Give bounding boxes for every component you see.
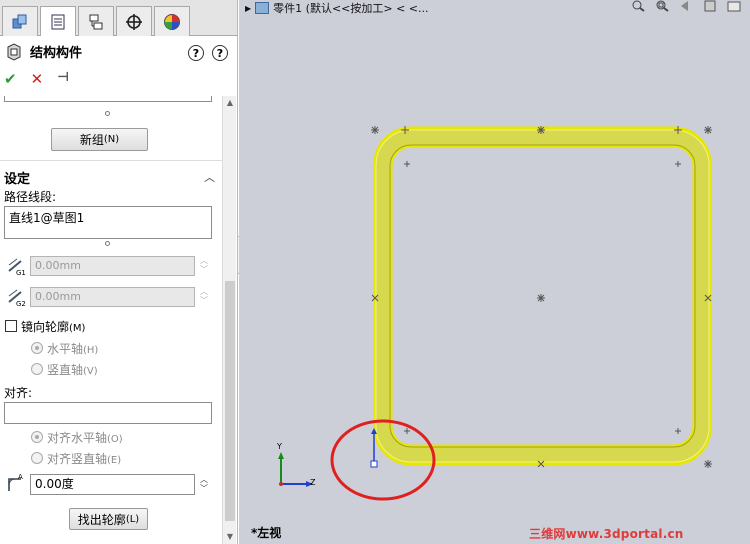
property-manager-tab[interactable] [40, 6, 76, 36]
configuration-manager-tab[interactable] [78, 6, 114, 36]
cancel-x-icon[interactable]: ✕ [31, 70, 44, 88]
model-viewport [278, 126, 712, 501]
scrollbar-thumb[interactable] [225, 281, 235, 521]
panel-title: 结构构件 [30, 46, 83, 61]
align-vertical-text: 对齐竖直轴 [47, 452, 108, 466]
help-icon[interactable]: ? [188, 45, 204, 61]
align-vertical-label: 对齐竖直轴(E) [47, 450, 121, 467]
rotation-angle-superscript: A [18, 473, 23, 481]
align-reference-field[interactable] [4, 402, 212, 424]
new-group-shortcut: (N) [103, 134, 120, 145]
section-divider [0, 160, 222, 161]
new-group-button[interactable]: 新组 (N) [51, 128, 148, 151]
ok-check-icon[interactable]: ✔ [4, 70, 17, 88]
scroll-up-arrow-icon[interactable]: ▲ [223, 96, 237, 110]
align-vertical-shortcut: (E) [107, 455, 122, 466]
mirror-profile-label: 镜向轮廓(M) [21, 318, 85, 335]
scroll-down-arrow-icon[interactable]: ▼ [223, 530, 237, 544]
offset-g1-subscript: G1 [16, 269, 26, 277]
path-segments-list[interactable]: 直线1@草图1 [4, 206, 212, 239]
panel-header: 结构构件 [6, 42, 82, 61]
dimxpert-tab[interactable] [116, 6, 152, 36]
configuration-manager-icon [89, 14, 103, 29]
feature-manager-tab[interactable] [2, 6, 38, 36]
locate-profile-shortcut: (L) [125, 513, 140, 525]
vertical-axis-shortcut: (V) [83, 366, 98, 377]
offset-g2-spinner[interactable]: ︿ ﹀ [198, 287, 210, 305]
offset-g2-subscript: G2 [16, 300, 26, 308]
mirror-profile-checkbox[interactable] [5, 320, 17, 332]
graphics-area[interactable]: ▶ 零件1 (默认<<按加工> < <... Y Z *左视 三维网www.3d… [239, 0, 750, 544]
display-manager-tab[interactable] [154, 6, 190, 36]
property-manager-icon [51, 14, 65, 29]
rotation-angle-field[interactable]: 0.00度 [30, 474, 195, 495]
mirror-profile-text: 镜向轮廓 [21, 320, 70, 334]
locate-profile-label: 找出轮廓 [77, 512, 126, 527]
new-group-label: 新组 [79, 133, 104, 147]
path-segment-item[interactable]: 直线1@草图1 [5, 207, 211, 228]
path-segments-label: 路径线段: [4, 190, 57, 204]
panel-scroll-area: 新组 (N) 设定 ︿ 路径线段: 直线1@草图1 G1 0.00mm ︿ ﹀ G2… [0, 96, 222, 544]
offset-g1-spinner[interactable]: ︿ ﹀ [198, 256, 210, 274]
horizontal-axis-label: 水平轴(H) [47, 340, 98, 357]
align-horizontal-label: 对齐水平轴(O) [47, 429, 123, 446]
vertical-axis-radio[interactable] [31, 363, 43, 375]
panel-scrollbar[interactable]: ▲ ▼ [222, 96, 236, 544]
profile-origin-marker[interactable] [370, 428, 378, 468]
triad-z-label: Z [310, 478, 316, 487]
offset-g1-field[interactable]: 0.00mm [30, 256, 195, 276]
vertical-axis-label: 竖直轴(V) [47, 361, 98, 378]
help-detail-icon[interactable]: ? [212, 45, 228, 61]
mirror-profile-shortcut: (M) [69, 323, 86, 334]
triad-y-label: Y [277, 442, 282, 451]
align-horizontal-shortcut: (O) [107, 434, 123, 445]
view-triad [278, 452, 313, 487]
rotation-angle-spinner[interactable]: ︿ ﹀ [198, 475, 210, 493]
manager-tabs [0, 0, 237, 36]
structural-member-icon [7, 42, 21, 61]
panel-actions: ✔ ✕ ⊣ [4, 70, 69, 88]
locate-profile-button[interactable]: 找出轮廓 (L) [69, 508, 148, 530]
dimxpert-icon [126, 13, 142, 30]
resize-grip[interactable] [105, 241, 110, 246]
vertical-axis-text: 竖直轴 [47, 363, 84, 377]
resize-grip[interactable] [105, 111, 110, 116]
property-manager-panel: 结构构件 ? ? ✔ ✕ ⊣ 新组 (N) 设定 ︿ 路径线段: 直线1@草图1 … [0, 0, 238, 544]
horizontal-axis-text: 水平轴 [47, 342, 84, 356]
feature-manager-icon [12, 14, 27, 28]
horizontal-axis-radio[interactable] [31, 342, 43, 354]
rotation-angle-icon [8, 478, 21, 491]
align-horizontal-text: 对齐水平轴 [47, 431, 108, 445]
pushpin-icon[interactable]: ⊣ [57, 70, 69, 88]
group-list-box[interactable] [4, 96, 212, 102]
collapse-chevron-icon[interactable]: ︿ [204, 169, 215, 185]
display-manager-icon [164, 13, 180, 30]
align-label: 对齐: [4, 386, 33, 400]
align-horizontal-radio[interactable] [31, 431, 43, 443]
offset-g2-field[interactable]: 0.00mm [30, 287, 195, 307]
settings-section-title: 设定 [4, 172, 31, 187]
align-vertical-radio[interactable] [31, 452, 43, 464]
watermark-text: 三维网www.3dportal.cn [529, 527, 684, 541]
current-view-name: *左视 [251, 526, 282, 540]
horizontal-axis-shortcut: (H) [83, 345, 99, 356]
